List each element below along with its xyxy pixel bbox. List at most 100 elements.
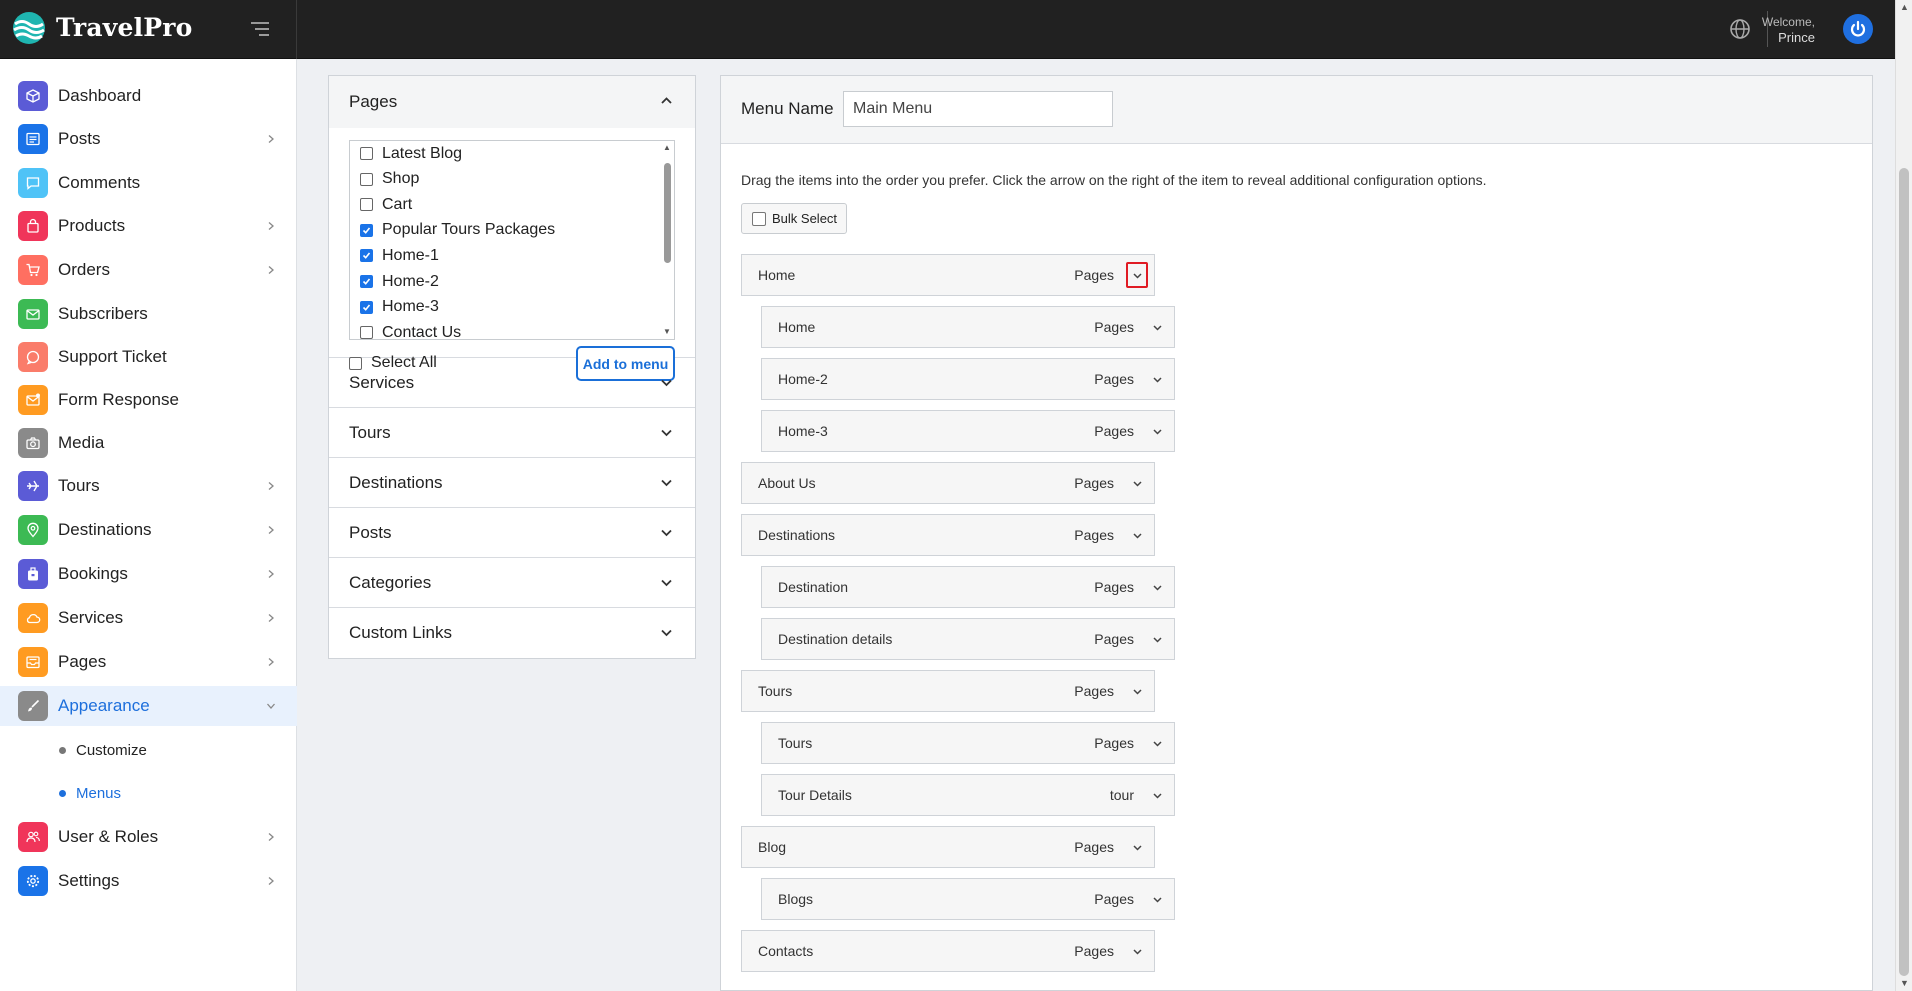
checkbox[interactable] xyxy=(360,326,373,339)
list-scrollbar[interactable]: ▲ ▼ xyxy=(660,141,674,339)
menu-item-title: Tours xyxy=(778,735,813,751)
sidebar-item-products[interactable]: Products xyxy=(0,206,297,246)
sidebar-item-support-ticket[interactable]: Support Ticket xyxy=(0,337,297,377)
sidebar-subitem-customize[interactable]: Customize xyxy=(0,733,297,767)
section-services[interactable]: Services xyxy=(329,358,695,408)
checkbox[interactable] xyxy=(360,198,373,212)
menu-item-type: Pages xyxy=(1094,891,1134,907)
scrollbar-thumb[interactable] xyxy=(664,163,671,263)
menu-item[interactable]: Home-2 Pages xyxy=(761,358,1175,400)
menu-item[interactable]: Destinations Pages xyxy=(741,514,1155,556)
chevron-down-icon[interactable] xyxy=(660,526,673,539)
avatar[interactable] xyxy=(1843,14,1873,44)
bulk-select-button[interactable]: Bulk Select xyxy=(741,203,847,234)
sidebar-item-subscribers[interactable]: Subscribers xyxy=(0,294,297,334)
expand-item-button[interactable] xyxy=(1146,886,1168,912)
page-option[interactable]: Shop xyxy=(360,167,419,192)
menu-item[interactable]: Blog Pages xyxy=(741,826,1155,868)
checkbox[interactable] xyxy=(360,275,373,288)
sidebar-item-user-roles[interactable]: User & Roles xyxy=(0,817,297,857)
sidebar-item-label: Posts xyxy=(58,129,101,148)
scroll-up-icon[interactable]: ▲ xyxy=(663,143,671,152)
sidebar-item-services[interactable]: Services xyxy=(0,598,297,638)
section-tours[interactable]: Tours xyxy=(329,408,695,458)
chevron-up-icon[interactable] xyxy=(660,94,673,107)
sidebar-item-dashboard[interactable]: Dashboard xyxy=(0,76,297,116)
page-option[interactable]: Contact Us xyxy=(360,320,462,340)
section-posts[interactable]: Posts xyxy=(329,508,695,558)
menu-item[interactable]: Home Pages xyxy=(741,254,1155,296)
menu-item[interactable]: About Us Pages xyxy=(741,462,1155,504)
chevron-down-icon[interactable] xyxy=(660,626,673,639)
menu-item[interactable]: Tour Details tour xyxy=(761,774,1175,816)
expand-item-button[interactable] xyxy=(1146,730,1168,756)
sidebar-item-form-response[interactable]: Form Response xyxy=(0,380,297,420)
page-option-label: Contact Us xyxy=(382,323,462,340)
sidebar-item-orders[interactable]: Orders xyxy=(0,250,297,290)
section-categories[interactable]: Categories xyxy=(329,558,695,608)
page-option[interactable]: Cart xyxy=(360,192,412,217)
scroll-down-icon[interactable]: ▼ xyxy=(1900,978,1909,988)
globe-icon[interactable] xyxy=(1729,18,1751,40)
menu-item-type: Pages xyxy=(1094,423,1134,439)
checkbox[interactable] xyxy=(360,147,373,160)
expand-item-button[interactable] xyxy=(1126,834,1148,860)
expand-item-button[interactable] xyxy=(1146,366,1168,392)
section-destinations[interactable]: Destinations xyxy=(329,458,695,508)
menu-item[interactable]: Home Pages xyxy=(761,306,1175,348)
cube-icon xyxy=(18,81,48,111)
chevron-down-icon[interactable] xyxy=(660,426,673,439)
page-option[interactable]: Latest Blog xyxy=(360,141,462,166)
scroll-down-icon[interactable]: ▼ xyxy=(663,327,671,336)
sidebar-item-destinations[interactable]: Destinations xyxy=(0,510,297,550)
expand-item-button[interactable] xyxy=(1146,574,1168,600)
menu-item[interactable]: Blogs Pages xyxy=(761,878,1175,920)
expand-item-button[interactable] xyxy=(1126,938,1148,964)
expand-item-button[interactable] xyxy=(1146,418,1168,444)
menu-item[interactable]: Tours Pages xyxy=(741,670,1155,712)
expand-item-button[interactable] xyxy=(1126,678,1148,704)
sidebar-item-tours[interactable]: Tours xyxy=(0,466,297,506)
checkbox[interactable] xyxy=(752,211,766,226)
expand-item-button[interactable] xyxy=(1126,522,1148,548)
sidebar-item-pages[interactable]: Pages xyxy=(0,642,297,682)
expand-item-button[interactable] xyxy=(1146,782,1168,808)
scrollbar-thumb[interactable] xyxy=(1899,168,1909,976)
chevron-down-icon xyxy=(1152,428,1162,435)
expand-item-button[interactable] xyxy=(1126,262,1148,288)
chevron-down-icon[interactable] xyxy=(660,476,673,489)
chevron-down-icon[interactable] xyxy=(660,376,673,389)
menu-item[interactable]: Tours Pages xyxy=(761,722,1175,764)
page-option[interactable]: Home-2 xyxy=(360,269,439,294)
expand-item-button[interactable] xyxy=(1146,314,1168,340)
sidebar-item-comments[interactable]: Comments xyxy=(0,163,297,203)
page-option[interactable]: Popular Tours Packages xyxy=(360,218,555,243)
menu-name-input[interactable]: Main Menu xyxy=(843,91,1113,127)
checkbox[interactable] xyxy=(360,300,373,314)
expand-item-button[interactable] xyxy=(1126,470,1148,496)
sidebar-subitem-menus[interactable]: Menus xyxy=(0,776,297,810)
menu-item[interactable]: Destination details Pages xyxy=(761,618,1175,660)
checkbox[interactable] xyxy=(360,172,373,186)
menu-item[interactable]: Home-3 Pages xyxy=(761,410,1175,452)
sidebar-item-media[interactable]: Media xyxy=(0,423,297,463)
sidebar-item-settings[interactable]: Settings xyxy=(0,861,297,901)
chevron-down-icon[interactable] xyxy=(660,576,673,589)
sidebar-item-label: Tours xyxy=(58,476,100,495)
expand-item-button[interactable] xyxy=(1146,626,1168,652)
scroll-up-icon[interactable]: ▲ xyxy=(1900,2,1909,12)
pages-section-header[interactable]: Pages xyxy=(329,76,695,128)
menu-item[interactable]: Destination Pages xyxy=(761,566,1175,608)
page-option[interactable]: Home-1 xyxy=(360,243,439,268)
sidebar-item-label: Dashboard xyxy=(58,86,142,105)
checkbox[interactable] xyxy=(360,223,373,237)
sidebar-item-bookings[interactable]: Bookings xyxy=(0,554,297,594)
menu-toggle-icon[interactable] xyxy=(248,18,272,40)
sidebar-item-posts[interactable]: Posts xyxy=(0,119,297,159)
page-option[interactable]: Home-3 xyxy=(360,295,439,320)
menu-item[interactable]: Contacts Pages xyxy=(741,930,1155,972)
sidebar-item-appearance[interactable]: Appearance xyxy=(0,686,297,726)
checkbox[interactable] xyxy=(360,249,373,263)
page-scrollbar[interactable]: ▲ ▼ xyxy=(1895,0,1912,991)
section-custom-links[interactable]: Custom Links xyxy=(329,608,695,658)
